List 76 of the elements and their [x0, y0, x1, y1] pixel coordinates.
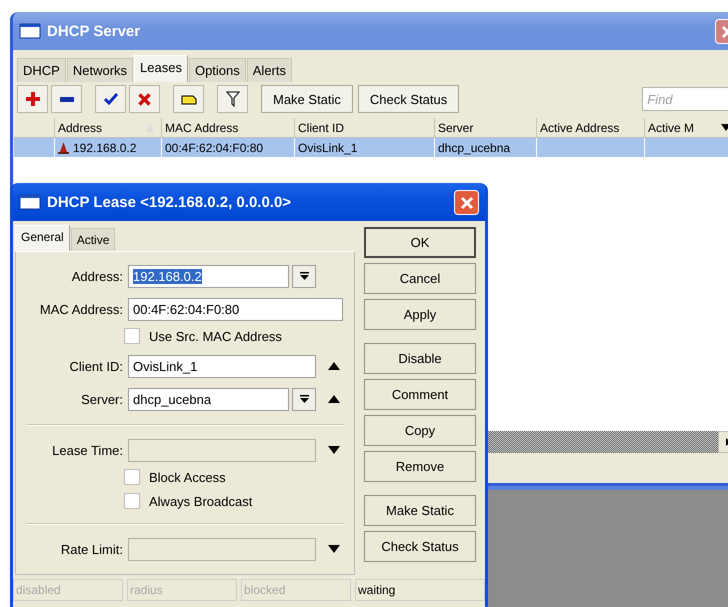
up-arrow-icon[interactable] [328, 395, 340, 403]
remove-button[interactable] [51, 85, 82, 113]
status-field: radius [127, 579, 237, 601]
column-header[interactable]: Client ID [295, 118, 435, 137]
dialog-button[interactable]: Make Static [364, 495, 476, 526]
status-field: waiting [355, 579, 485, 601]
dialog-button[interactable]: Check Status [364, 531, 476, 562]
field-label: Address: [70, 268, 124, 284]
checkbox[interactable] [124, 328, 140, 344]
dropdown-button[interactable] [292, 264, 316, 288]
field-label: MAC Address: [38, 302, 124, 316]
toolbar-button[interactable]: Check Status [358, 85, 460, 113]
column-menu-icon [721, 124, 728, 131]
filter-icon [226, 91, 240, 107]
field-label: Rate Limit: [60, 542, 124, 556]
field-label: Server: [80, 392, 124, 406]
column-header[interactable]: Server [435, 118, 537, 137]
dialog-button[interactable]: Cancel [364, 263, 476, 294]
tab[interactable]: Networks [66, 58, 134, 82]
close-button[interactable] [454, 190, 479, 215]
toolbar-button[interactable]: Make Static [261, 85, 353, 113]
filter-button[interactable] [217, 85, 248, 113]
tab[interactable]: Options [188, 58, 246, 82]
dialog-button[interactable]: Apply [364, 299, 476, 330]
checkbox-label: Use Src. MAC Address [149, 328, 282, 344]
add-button[interactable] [17, 85, 48, 113]
cone-icon [58, 142, 69, 154]
window-icon [19, 194, 41, 210]
column-header[interactable]: Active Address [537, 118, 645, 137]
dropdown-button[interactable] [292, 388, 316, 410]
field-label: Lease Time: [51, 442, 124, 458]
tab[interactable]: Leases [134, 55, 188, 82]
tab[interactable]: Alerts [246, 58, 292, 82]
column-header[interactable]: Active M [645, 118, 728, 137]
window-icon [19, 23, 41, 39]
status-field: blocked [241, 579, 351, 601]
plus-icon [26, 92, 40, 106]
input-field[interactable]: dhcp_ucebna [128, 388, 289, 410]
cross-icon [138, 92, 151, 106]
dialog-button[interactable]: Disable [364, 343, 476, 374]
column-header[interactable]: MAC Address [162, 118, 295, 137]
dialog-title: DHCP Lease <192.168.0.2, 0.0.0.0> [47, 194, 292, 210]
checkbox-label: Block Access [149, 470, 226, 484]
dropdown-icon [300, 272, 308, 280]
table-cell: OvisLink_1 [298, 140, 358, 154]
close-icon [460, 196, 474, 210]
check-icon [104, 93, 118, 105]
input-field[interactable]: 00:4F:62:04:F0:80 [128, 298, 343, 320]
up-arrow-icon[interactable] [328, 362, 340, 370]
checkbox[interactable] [124, 493, 140, 509]
tab[interactable]: Active [70, 228, 116, 251]
tab[interactable]: General [15, 225, 70, 251]
field-label: Client ID: [68, 358, 124, 374]
column-header[interactable]: Address [55, 118, 162, 137]
dialog-button[interactable]: Comment [364, 379, 476, 410]
checkbox-label: Always Broadcast [149, 494, 252, 508]
dialog-button[interactable]: Copy [364, 415, 476, 446]
input-field[interactable]: OvisLink_1 [128, 354, 316, 378]
table-cell: 00:4F:62:04:F0:80 [165, 140, 264, 154]
tab[interactable]: DHCP [17, 58, 66, 82]
note-icon [180, 93, 196, 105]
dialog-button[interactable]: OK [364, 227, 476, 258]
dialog-button[interactable]: Remove [364, 451, 476, 482]
minus-icon [60, 96, 74, 102]
comment-button[interactable] [173, 85, 204, 113]
window-title: DHCP Server [47, 22, 140, 40]
table-cell: 192.168.0.2 [73, 140, 136, 154]
checkbox[interactable] [124, 469, 140, 485]
table-cell: dhcp_ucebna [438, 140, 510, 154]
find-field[interactable]: Find [642, 87, 728, 111]
disable-button[interactable] [129, 85, 160, 113]
table-row[interactable]: 192.168.0.2 00:4F:62:04:F0:80 OvisLink_1 dhcp_ucebna [14, 138, 728, 157]
status-field: disabled [13, 579, 123, 601]
enable-button[interactable] [95, 85, 126, 113]
dropdown-icon [300, 394, 308, 404]
input-field[interactable]: 192.168.0.2 [128, 264, 289, 288]
